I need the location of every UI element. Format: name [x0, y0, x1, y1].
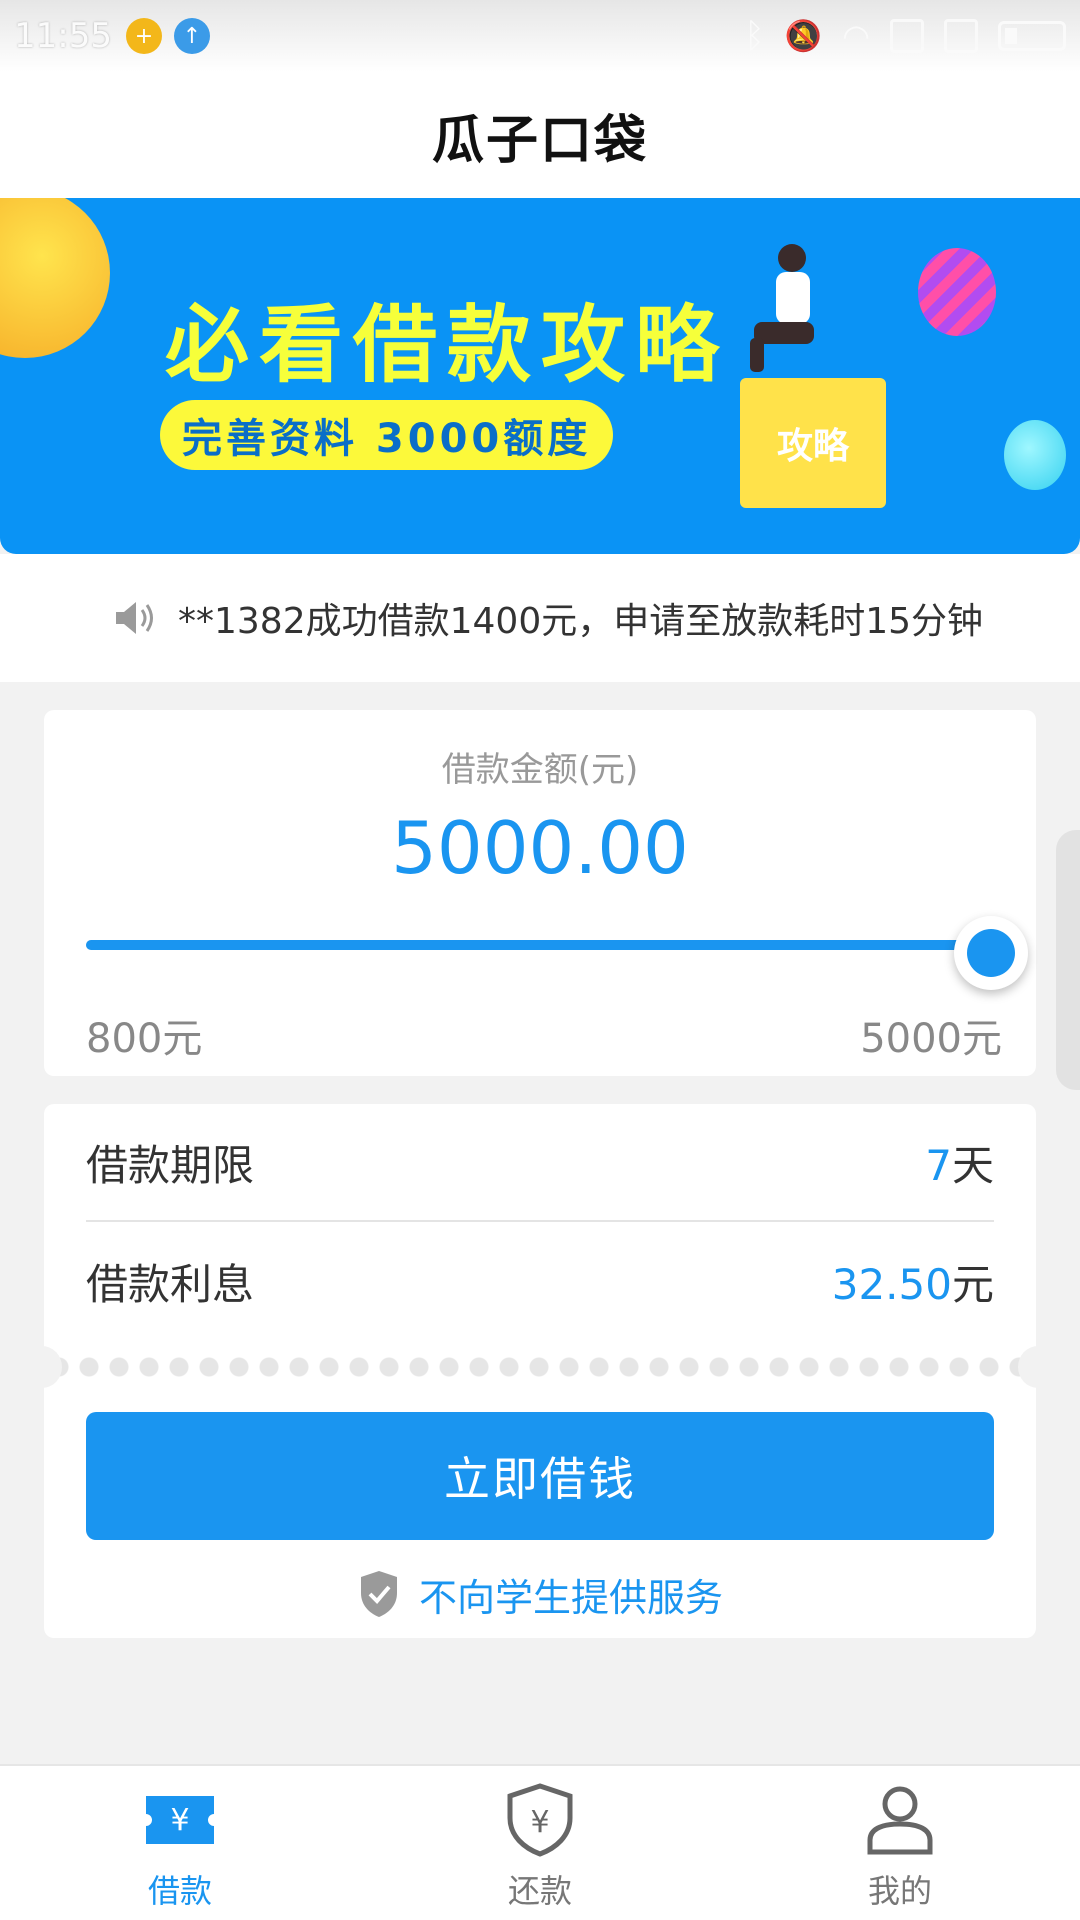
loan-interest-row: 借款利息 32.50元 — [86, 1222, 994, 1340]
loan-term-unit: 天 — [951, 1140, 994, 1190]
nav-tab-repay[interactable]: ¥ 还款 — [460, 1782, 620, 1912]
borrow-now-button[interactable]: 立即借钱 — [86, 1412, 994, 1540]
loan-term-row[interactable]: 借款期限 7天 — [86, 1104, 994, 1222]
amount-slider-track[interactable] — [86, 940, 1002, 950]
svg-text:¥: ¥ — [530, 1805, 549, 1840]
loan-interest-number: 32.50 — [831, 1259, 952, 1309]
announcement-text: **1382成功借款1400元，申请至放款耗时15分钟 — [178, 601, 984, 642]
student-notice-text: 不向学生提供服务 — [418, 1575, 723, 1620]
amount-slider-thumb[interactable] — [954, 916, 1028, 990]
loan-interest-label: 借款利息 — [86, 1259, 255, 1309]
nav-tab-loan[interactable]: ¥ 借款 — [100, 1782, 260, 1912]
woman-illustration-icon — [750, 244, 814, 372]
sim2-icon — [944, 19, 978, 53]
guide-card: 攻略 — [740, 378, 886, 508]
svg-text:¥: ¥ — [170, 1803, 189, 1838]
student-notice: 不向学生提供服务 — [44, 1564, 1036, 1624]
amount-slider-fill — [86, 940, 1002, 950]
nav-label-loan: 借款 — [147, 1872, 212, 1910]
amount-label: 借款金额(元) — [441, 750, 639, 790]
decorative-ball-icon — [0, 198, 110, 358]
banner-title: 必看借款攻略 — [165, 296, 730, 394]
loan-details-card: 借款期限 7天 借款利息 32.50元 立即借钱 不向学生提供服务 — [22, 1104, 1058, 1638]
nav-label-repay: 还款 — [507, 1872, 572, 1910]
upload-icon: ↑ — [173, 18, 210, 54]
shield-check-icon — [360, 1571, 397, 1617]
user-icon — [867, 1786, 933, 1855]
amount-max-label: 5000元 — [860, 1016, 1002, 1062]
decorative-ball-icon — [918, 248, 996, 336]
bluetooth-icon: ᛒ — [744, 16, 765, 56]
header: 瓜子口袋 — [0, 72, 1080, 198]
nav-tab-mine[interactable]: 我的 — [820, 1782, 980, 1912]
status-icons: ᛒ 🔕 ◠ — [744, 16, 1066, 56]
status-time: 11:55 — [14, 16, 112, 56]
bottom-navigation: ¥ 借款 ¥ 还款 我的 — [0, 1764, 1080, 1920]
loan-interest-unit: 元 — [951, 1259, 994, 1309]
status-bar: 11:55 + ↑ ᛒ 🔕 ◠ — [0, 0, 1080, 72]
shield-yen-icon: ¥ — [507, 1783, 573, 1857]
banner-pill: 完善资料 3000额度 — [160, 400, 614, 470]
nav-label-mine: 我的 — [867, 1872, 932, 1910]
amount-value: 5000.00 — [391, 806, 689, 890]
loan-interest-value: 32.50元 — [832, 1251, 994, 1312]
amount-min-label: 800元 — [86, 1016, 203, 1062]
app-360-icon: + — [125, 18, 162, 54]
decorative-ball-icon — [1004, 420, 1066, 490]
announcement-bar: **1382成功借款1400元，申请至放款耗时15分钟 — [0, 554, 1080, 682]
ticket-divider — [22, 1346, 1058, 1388]
mute-icon: 🔕 — [784, 18, 823, 54]
promo-banner[interactable]: 必看借款攻略 完善资料 3000额度 攻略 — [0, 198, 1080, 554]
amount-card: 借款金额(元) 5000.00 800元 5000元 — [44, 710, 1036, 1076]
page-title: 瓜子口袋 — [431, 110, 648, 171]
loan-ticket-icon: ¥ — [146, 1796, 214, 1844]
side-drawer-handle[interactable] — [1056, 830, 1080, 1090]
battery-icon — [998, 21, 1066, 51]
speaker-icon — [116, 602, 153, 634]
loan-term-value: 7天 — [925, 1132, 994, 1193]
sim1-icon — [890, 19, 924, 53]
loan-term-number: 7 — [925, 1140, 952, 1190]
wifi-icon: ◠ — [842, 17, 870, 55]
loan-term-label: 借款期限 — [86, 1140, 255, 1190]
app-screen: { "status_bar": { "time": "11:55", "icon… — [0, 0, 1080, 1920]
